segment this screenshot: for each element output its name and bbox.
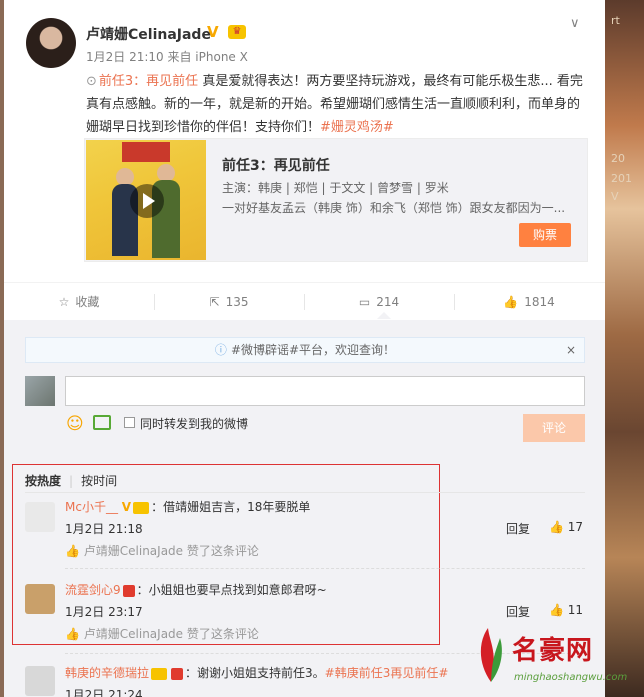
background-text: V: [611, 190, 619, 203]
info-icon: ⓘ: [214, 343, 227, 357]
thumb-up-icon: 👍: [65, 627, 84, 641]
sort-by-hot[interactable]: 按热度: [25, 474, 61, 488]
chevron-down-icon[interactable]: ∨: [570, 16, 580, 31]
movie-card[interactable]: 前任3：再见前任 主演：韩庚 | 郑恺 | 于文文 | 曾梦雪 | 罗米 一对好…: [84, 138, 588, 262]
comment-time: 1月2日 23:17: [65, 605, 143, 619]
comment-sort: 按热度 | 按时间: [25, 474, 118, 488]
weibo-post-card: 卢靖姗CelinaJade V ♛ 1月2日 21:10 来自 iPhone X…: [4, 0, 605, 697]
comment-text: 流霆剑心9 ：小姐姐也要早点找到如意郎君呀~: [65, 583, 327, 597]
verified-icon: V: [121, 500, 132, 514]
member-icon: [122, 584, 135, 597]
movie-icon: ⊙: [86, 74, 97, 89]
play-icon[interactable]: [130, 184, 164, 218]
background-text: rt: [611, 14, 620, 27]
comment-icon: ▭: [358, 295, 371, 309]
buy-ticket-button[interactable]: 购票: [519, 223, 571, 247]
member-crown-icon[interactable]: ♛: [228, 25, 246, 39]
commenter-name[interactable]: 流霆剑心9: [65, 583, 121, 597]
close-icon[interactable]: ×: [566, 338, 576, 362]
commenter-name[interactable]: Mc小千__: [65, 500, 118, 514]
star-icon: ☆: [58, 295, 70, 309]
favorite-button[interactable]: ☆ 收藏: [4, 283, 154, 321]
movie-title[interactable]: 前任3：再见前任: [222, 155, 330, 175]
thumb-up-icon: 👍: [549, 520, 568, 534]
movie-description: 一对好基友孟云（韩庚 饰）和余飞（郑恺 饰）跟女友都因为一...: [222, 201, 566, 215]
movie-poster[interactable]: [86, 140, 206, 260]
reply-button[interactable]: 回复: [506, 603, 530, 620]
thumb-up-icon: 👍: [549, 603, 568, 617]
sort-by-time[interactable]: 按时间: [81, 474, 117, 488]
movie-link[interactable]: 前任3：再见前任: [99, 74, 198, 89]
action-bar: ☆ 收藏 ⇱ 135 ▭ 214 👍 1814: [4, 282, 605, 320]
commenter-avatar[interactable]: [25, 502, 55, 532]
comment-time: 1月2日 21:24: [65, 688, 143, 697]
comment-input[interactable]: [65, 376, 585, 406]
author-avatar[interactable]: [26, 18, 76, 68]
background-poster: [605, 0, 644, 697]
rumor-notice: ⓘ #微博辟谣#平台，欢迎查询！ ×: [25, 337, 585, 363]
comment-like-button[interactable]: 👍 11: [549, 603, 583, 617]
hashtag-link[interactable]: #姗灵鸡汤#: [320, 120, 394, 135]
author-liked-note: 👍 卢靖姗CelinaJade 赞了这条评论: [65, 544, 259, 558]
reply-button[interactable]: 回复: [506, 520, 530, 537]
badge-icon: [171, 667, 184, 680]
emoji-icon[interactable]: ☺: [66, 414, 84, 434]
repost-icon: ⇱: [209, 295, 220, 309]
watermark-url: minghaoshangwu.com: [514, 672, 628, 683]
submit-comment-button[interactable]: 评论: [523, 414, 585, 442]
watermark-text: 名豪网: [512, 636, 594, 666]
comment-text: 韩庚的辛德瑞拉 ：谢谢小姐姐支持前任3。#韩庚前任3再见前任#: [65, 666, 449, 680]
verified-icon: V: [207, 23, 219, 41]
author-name[interactable]: 卢靖姗CelinaJade: [86, 24, 211, 44]
thumb-up-icon: 👍: [503, 295, 519, 309]
comment-like-button[interactable]: 👍 17: [549, 520, 583, 534]
image-icon[interactable]: [93, 415, 111, 430]
thumb-up-icon: 👍: [65, 544, 84, 558]
repost-label: 同时转发到我的微博: [140, 417, 249, 431]
background-text: 20: [611, 152, 625, 165]
member-icon: [151, 667, 168, 680]
watermark-logo: [480, 628, 502, 682]
member-icon: [133, 501, 150, 514]
commenter-avatar[interactable]: [25, 584, 55, 614]
hashtag-link[interactable]: #韩庚前任3再见前任#: [325, 666, 449, 680]
comment-text: Mc小千__ V ：借靖姗姐吉言，18年要脱单: [65, 500, 311, 514]
like-button[interactable]: 👍 1814: [454, 283, 604, 321]
post-text: ⊙ 前任3：再见前任 真是爱就得表达！两方要坚持玩游戏，最终有可能乐极生悲... …: [86, 70, 590, 139]
repost-button[interactable]: ⇱ 135: [154, 283, 304, 321]
comment-time: 1月2日 21:18: [65, 522, 143, 536]
movie-cast: 主演：韩庚 | 郑恺 | 于文文 | 曾梦雪 | 罗米: [222, 181, 449, 195]
commenter-name[interactable]: 韩庚的辛德瑞拉: [65, 666, 149, 680]
commenter-avatar[interactable]: [25, 666, 55, 696]
author-liked-note: 👍 卢靖姗CelinaJade 赞了这条评论: [65, 627, 259, 641]
my-avatar: [25, 376, 55, 406]
background-text: 201: [611, 172, 632, 185]
post-meta: 1月2日 21:10 来自 iPhone X: [86, 50, 248, 64]
repost-checkbox[interactable]: [124, 417, 135, 428]
